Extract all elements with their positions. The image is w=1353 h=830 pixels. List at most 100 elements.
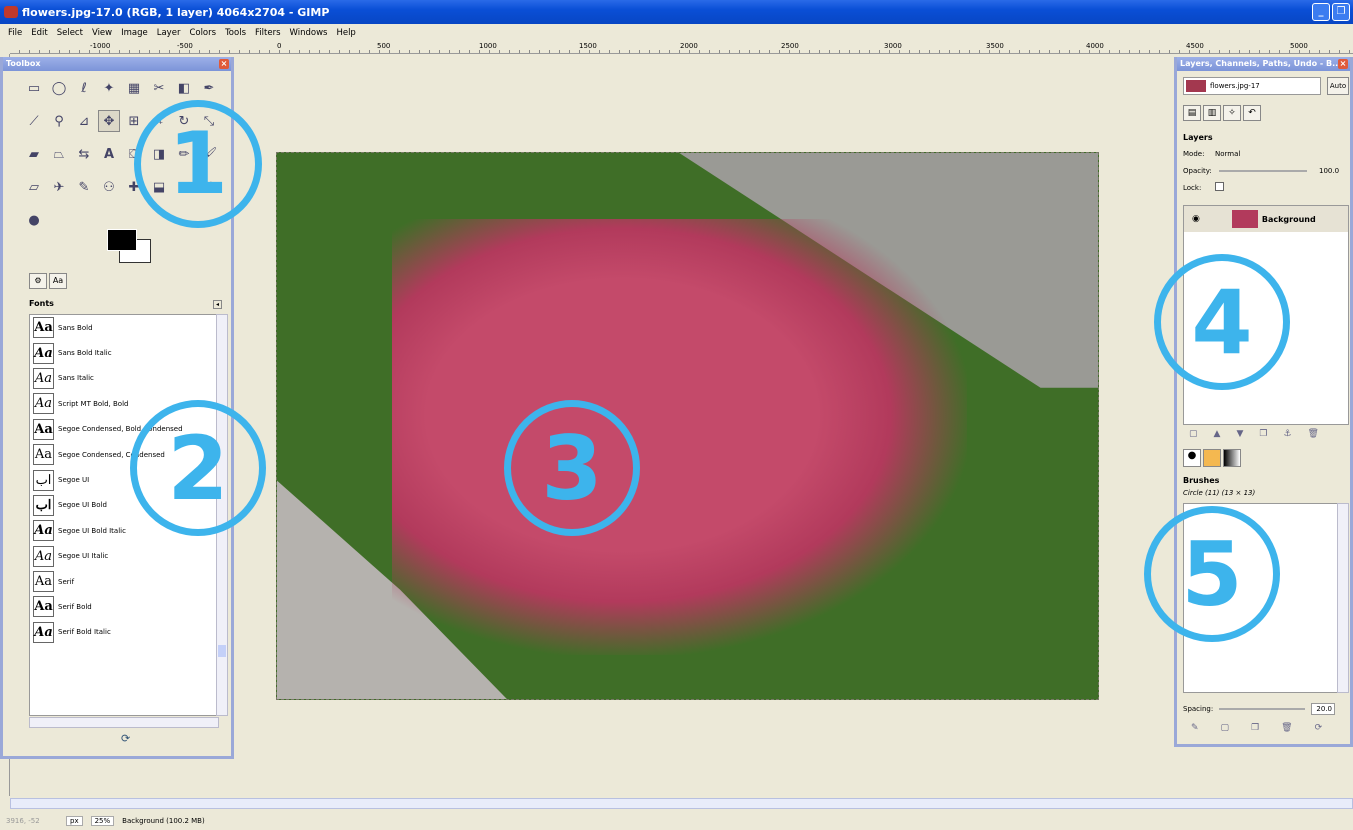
color-picker-icon[interactable]: ⟋: [23, 110, 45, 132]
paths-icon[interactable]: ✒: [198, 77, 220, 99]
text-tool-icon[interactable]: A: [98, 143, 120, 165]
font-item[interactable]: Aa Sans Bold Italic: [30, 340, 218, 365]
menu-help[interactable]: Help: [336, 28, 355, 38]
lasso-icon[interactable]: ℓ: [73, 77, 95, 99]
tool-options-tab[interactable]: ⚙: [29, 273, 47, 289]
eraser-icon[interactable]: ▱: [23, 176, 45, 198]
duplicate-layer-icon[interactable]: ❐: [1259, 429, 1267, 439]
delete-icon[interactable]: 🗑: [1308, 429, 1319, 439]
ink-icon[interactable]: ✎: [73, 176, 95, 198]
font-item[interactable]: Aa Segoe UI Italic: [30, 544, 218, 569]
font-item[interactable]: Aa Serif Bold Italic: [30, 620, 218, 645]
close-icon[interactable]: ×: [219, 59, 229, 69]
align-icon[interactable]: ⊞: [123, 110, 145, 132]
fonts-tab[interactable]: Aa: [49, 273, 67, 289]
foreground-color-swatch[interactable]: [107, 229, 137, 251]
rect-select-icon[interactable]: ▭: [23, 77, 45, 99]
ruler-label: 4500: [1186, 42, 1204, 50]
annotation-circle-1: 1: [134, 100, 262, 228]
menu-filters[interactable]: Filters: [255, 28, 280, 38]
scrollbar-thumb[interactable]: [218, 645, 226, 657]
font-list-hscrollbar[interactable]: [29, 717, 219, 728]
menu-edit[interactable]: Edit: [31, 28, 47, 38]
tab-channels-icon[interactable]: ▥: [1203, 105, 1221, 121]
brush-scrollbar[interactable]: [1337, 503, 1349, 693]
visibility-eye-icon[interactable]: ◉: [1192, 214, 1200, 224]
measure-icon[interactable]: ⊿: [73, 110, 95, 132]
anchor-icon[interactable]: ⚓: [1283, 429, 1291, 439]
perspective-icon[interactable]: ⏢: [48, 143, 70, 165]
scissors-icon[interactable]: ✂: [148, 77, 170, 99]
font-item[interactable]: Aa Serif: [30, 569, 218, 594]
font-item[interactable]: Aa Sans Italic: [30, 366, 218, 391]
tab-layers-icon[interactable]: ▤: [1183, 105, 1201, 121]
fg-bg-color-selector[interactable]: [107, 229, 153, 265]
tab-paths-icon[interactable]: ✧: [1223, 105, 1241, 121]
image-selector[interactable]: flowers.jpg-17: [1183, 77, 1321, 95]
refresh-icon[interactable]: ⟳: [121, 732, 130, 745]
maximize-button[interactable]: ❐: [1332, 3, 1350, 21]
spacing-value[interactable]: 20.0: [1311, 703, 1335, 715]
menu-select[interactable]: Select: [57, 28, 83, 38]
zoom-select[interactable]: 25%: [90, 816, 115, 826]
duplicate-brush-icon[interactable]: ❐: [1251, 723, 1259, 733]
menu-view[interactable]: View: [92, 28, 112, 38]
tab-brushes-icon[interactable]: ●: [1183, 449, 1201, 467]
menu-windows[interactable]: Windows: [290, 28, 328, 38]
foreground-select-icon[interactable]: ◧: [173, 77, 195, 99]
new-brush-icon[interactable]: ▢: [1221, 723, 1230, 733]
font-preview: Aa: [33, 367, 54, 389]
spacing-slider[interactable]: [1219, 708, 1305, 710]
annotation-circle-5: 5: [1144, 506, 1280, 642]
mode-select[interactable]: Normal: [1215, 150, 1240, 158]
font-name: Segoe UI Bold Italic: [58, 526, 126, 535]
menu-bar: File Edit Select View Image Layer Colors…: [0, 26, 1353, 40]
lock-checkbox[interactable]: [1215, 182, 1224, 191]
window-title: flowers.jpg-17.0 (RGB, 1 layer) 4064x270…: [22, 5, 330, 19]
refresh-brushes-icon[interactable]: ⟳: [1315, 723, 1323, 733]
annotation-circle-4: 4: [1154, 254, 1290, 390]
shear-icon[interactable]: ▰: [23, 143, 45, 165]
brush-tabs: ●: [1183, 449, 1241, 467]
dodge-burn-icon[interactable]: ●: [23, 209, 45, 231]
tab-undo-icon[interactable]: ↶: [1243, 105, 1261, 121]
panel-menu-icon[interactable]: ◂: [213, 300, 222, 309]
tab-gradients-icon[interactable]: [1223, 449, 1241, 467]
ruler-label: 4000: [1086, 42, 1104, 50]
auto-button[interactable]: Auto: [1327, 77, 1349, 95]
tab-patterns-icon[interactable]: [1203, 449, 1221, 467]
unit-select[interactable]: px: [66, 816, 83, 826]
zoom-icon[interactable]: ⚲: [48, 110, 70, 132]
airbrush-icon[interactable]: ✈: [48, 176, 70, 198]
layer-row[interactable]: ◉ Background: [1184, 206, 1348, 232]
opacity-value[interactable]: 100.0: [1319, 167, 1339, 175]
fuzzy-select-icon[interactable]: ✦: [98, 77, 120, 99]
close-icon[interactable]: ×: [1338, 59, 1348, 69]
menu-image[interactable]: Image: [121, 28, 148, 38]
menu-file[interactable]: File: [8, 28, 22, 38]
raise-layer-icon[interactable]: ▲: [1214, 429, 1221, 439]
canvas-hscrollbar[interactable]: [10, 798, 1353, 809]
ruler-label: 1500: [579, 42, 597, 50]
horizontal-ruler[interactable]: -1000 -500 0 500 1000 1500 2000 2500 300…: [10, 42, 1353, 54]
flip-icon[interactable]: ⇆: [73, 143, 95, 165]
font-item[interactable]: Aa Sans Bold: [30, 315, 218, 340]
clone-icon[interactable]: ⚇: [98, 176, 120, 198]
font-item[interactable]: Aa Serif Bold: [30, 594, 218, 619]
gimp-app-icon: [4, 6, 18, 18]
font-preview: Aa: [33, 571, 54, 593]
minimize-button[interactable]: _: [1312, 3, 1330, 21]
ellipse-select-icon[interactable]: ◯: [48, 77, 70, 99]
image-canvas[interactable]: [276, 152, 1099, 700]
new-layer-icon[interactable]: ▢: [1189, 429, 1198, 439]
color-select-icon[interactable]: ▦: [123, 77, 145, 99]
menu-layer[interactable]: Layer: [157, 28, 181, 38]
ruler-label: 5000: [1290, 42, 1308, 50]
opacity-slider[interactable]: [1219, 170, 1307, 172]
lower-layer-icon[interactable]: ▼: [1236, 429, 1243, 439]
edit-brush-icon[interactable]: ✎: [1191, 723, 1199, 733]
menu-tools[interactable]: Tools: [225, 28, 246, 38]
menu-colors[interactable]: Colors: [189, 28, 216, 38]
move-icon[interactable]: ✥: [98, 110, 120, 132]
delete-brush-icon[interactable]: 🗑: [1281, 723, 1292, 733]
